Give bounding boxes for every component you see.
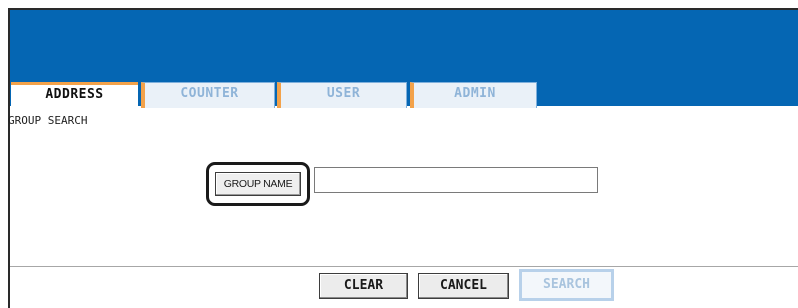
main-panel: ADDRESS COUNTER USER ADMIN [8, 8, 798, 308]
page-title: GROUP SEARCH [8, 114, 88, 127]
group-name-button-highlight: GROUP NAME [206, 162, 310, 206]
group-name-button[interactable]: GROUP NAME [215, 172, 301, 196]
search-button[interactable]: SEARCH [519, 269, 614, 301]
clear-button[interactable]: CLEAR [319, 273, 408, 299]
footer-divider [10, 266, 798, 267]
tab-admin[interactable]: ADMIN [410, 82, 537, 108]
tab-address[interactable]: ADDRESS [11, 82, 138, 108]
group-name-input[interactable] [314, 167, 598, 193]
tab-user[interactable]: USER [277, 82, 407, 108]
cancel-button[interactable]: CANCEL [418, 273, 509, 299]
tab-counter[interactable]: COUNTER [141, 82, 275, 108]
